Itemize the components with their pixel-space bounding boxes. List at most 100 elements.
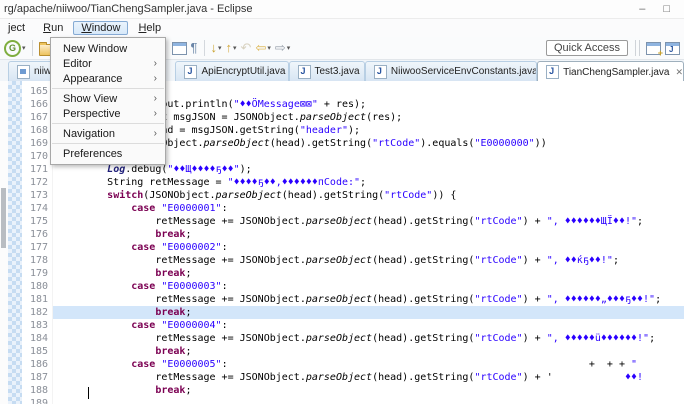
file-file-icon — [17, 65, 30, 79]
dropdown-caret-icon[interactable]: ▾ — [287, 44, 291, 52]
code-line: 187 retMessage += JSONObject.parseObject… — [22, 371, 684, 384]
code-text[interactable]: case "E0000004": — [53, 319, 684, 332]
menu-item-preferences[interactable]: Preferences — [51, 146, 165, 161]
text-cursor — [88, 387, 89, 399]
new-wizard-icon[interactable]: G▾ — [4, 39, 26, 57]
marker-bar[interactable] — [8, 81, 22, 404]
code-line: 185 break; — [22, 345, 684, 358]
menu-item-appearance[interactable]: Appearance› — [51, 71, 165, 86]
line-number: 184 — [22, 332, 53, 345]
code-text[interactable]: case "E0000001": — [53, 202, 684, 215]
editor-tab-apiencryptutil-java[interactable]: ApiEncryptUtil.java — [175, 61, 288, 81]
code-text[interactable]: case "E0000002": — [53, 241, 684, 254]
editor-window-icon[interactable] — [172, 39, 187, 57]
code-line: 172 String retMessage = "♦♦♦♦ҕ♦♦,♦♦♦♦♦♦п… — [22, 176, 684, 189]
code-text[interactable]: break; — [53, 306, 684, 319]
last-edit-location-icon: ↓ — [211, 40, 218, 56]
line-number: 167 — [22, 111, 53, 124]
java-perspective-icon[interactable] — [665, 39, 680, 57]
menu-item-navigation[interactable]: Navigation› — [51, 126, 165, 141]
code-text[interactable]: switch(JSONObject.parseObject(head).getS… — [53, 189, 684, 202]
submenu-arrow-icon: › — [154, 58, 157, 69]
java-file-icon — [374, 65, 387, 79]
open-perspective-icon[interactable] — [646, 39, 661, 57]
editor-tab-niiwooserviceenvconstants-java[interactable]: NiiwooServiceEnvConstants.java — [365, 61, 537, 81]
code-text[interactable] — [53, 397, 684, 404]
code-text[interactable]: retMessage += JSONObject.parseObject(hea… — [53, 254, 684, 267]
java-perspective-icon — [665, 42, 680, 55]
code-text[interactable]: retMessage += JSONObject.parseObject(hea… — [53, 293, 684, 306]
line-number: 183 — [22, 319, 53, 332]
tab-label: NiiwooServiceEnvConstants.java — [391, 66, 537, 77]
dropdown-caret-icon[interactable]: ▾ — [22, 44, 26, 52]
line-number: 182 — [22, 306, 53, 319]
scrollbar-thumb[interactable] — [1, 188, 6, 248]
menu-item-perspective[interactable]: Perspective› — [51, 106, 165, 121]
line-number: 187 — [22, 371, 53, 384]
line-number: 180 — [22, 280, 53, 293]
menu-item-label: Navigation — [63, 128, 154, 140]
dropdown-caret-icon[interactable]: ▾ — [233, 44, 237, 52]
last-edit-location-icon[interactable]: ↓▾ — [211, 39, 222, 57]
code-line: 183 case "E0000004": — [22, 319, 684, 332]
toolbar-separator — [32, 40, 33, 56]
menu-help[interactable]: Help — [130, 21, 169, 35]
code-text[interactable]: break; — [53, 228, 684, 241]
code-text[interactable]: case "E0000005": + + + " — [53, 358, 684, 371]
dropdown-caret-icon[interactable]: ▾ — [218, 44, 222, 52]
back-icon: ⇦ — [255, 40, 266, 56]
code-text[interactable]: retMessage += JSONObject.parseObject(hea… — [53, 215, 684, 228]
editor-window-icon — [172, 42, 187, 55]
code-line: 176 break; — [22, 228, 684, 241]
code-text[interactable]: break; — [53, 345, 684, 358]
open-perspective-icon — [646, 42, 661, 55]
window-controls: – □ — [639, 3, 670, 15]
previous-annotation-icon[interactable]: ↑▾ — [226, 39, 237, 57]
menu-separator — [52, 88, 164, 89]
code-text[interactable]: retMessage += JSONObject.parseObject(hea… — [53, 371, 684, 384]
java-file-icon — [184, 65, 197, 79]
submenu-arrow-icon: › — [154, 128, 157, 139]
line-number: 188 — [22, 384, 53, 397]
back-history-icon[interactable]: ↶ — [241, 39, 252, 57]
tab-label: TianChengSampler.java — [563, 67, 669, 78]
code-line: 175 retMessage += JSONObject.parseObject… — [22, 215, 684, 228]
forward-icon[interactable]: ⇨▾ — [275, 39, 290, 57]
code-text[interactable]: break; — [53, 384, 684, 397]
menu-run[interactable]: Run — [35, 21, 71, 35]
editor-tab-tianchengsampler-java[interactable]: TianChengSampler.java ✕ — [537, 61, 684, 82]
submenu-arrow-icon: › — [154, 108, 157, 119]
menu-item-show-view[interactable]: Show View› — [51, 91, 165, 106]
show-whitespace-icon[interactable]: ¶ — [191, 39, 198, 57]
dropdown-caret-icon[interactable]: ▾ — [267, 44, 271, 52]
tab-close-icon[interactable]: ✕ — [675, 67, 683, 78]
line-number: 170 — [22, 150, 53, 163]
minimize-button[interactable]: – — [639, 3, 645, 15]
line-number: 178 — [22, 254, 53, 267]
window-title: rg/apache/niiwoo/TianChengSampler.java -… — [4, 3, 639, 15]
line-number: 171 — [22, 163, 53, 176]
eclipse-window: rg/apache/niiwoo/TianChengSampler.java -… — [0, 0, 684, 404]
code-text[interactable]: String retMessage = "♦♦♦♦ҕ♦♦,♦♦♦♦♦♦пCode… — [53, 176, 684, 189]
code-line: 184 retMessage += JSONObject.parseObject… — [22, 332, 684, 345]
line-number: 174 — [22, 202, 53, 215]
perspective-icons — [644, 39, 682, 57]
code-text[interactable]: case "E0000003": — [53, 280, 684, 293]
menu-window[interactable]: Window — [73, 21, 128, 35]
code-line: 188 break; — [22, 384, 684, 397]
back-icon[interactable]: ⇦▾ — [255, 39, 270, 57]
line-number: 186 — [22, 358, 53, 371]
menu-item-editor[interactable]: Editor› — [51, 56, 165, 71]
quick-access-button[interactable]: Quick Access — [546, 40, 628, 56]
submenu-arrow-icon: › — [154, 73, 157, 84]
maximize-button[interactable]: □ — [663, 3, 670, 15]
code-text[interactable]: break; — [53, 267, 684, 280]
editor-tab-test3-java[interactable]: Test3.java — [289, 61, 365, 81]
line-number: 185 — [22, 345, 53, 358]
menu-ject[interactable]: ject — [0, 21, 33, 35]
line-number: 176 — [22, 228, 53, 241]
menu-bar: jectRunWindowHelp — [0, 19, 684, 37]
line-number: 181 — [22, 293, 53, 306]
menu-item-new-window[interactable]: New Window — [51, 41, 165, 56]
code-text[interactable]: retMessage += JSONObject.parseObject(hea… — [53, 332, 684, 345]
